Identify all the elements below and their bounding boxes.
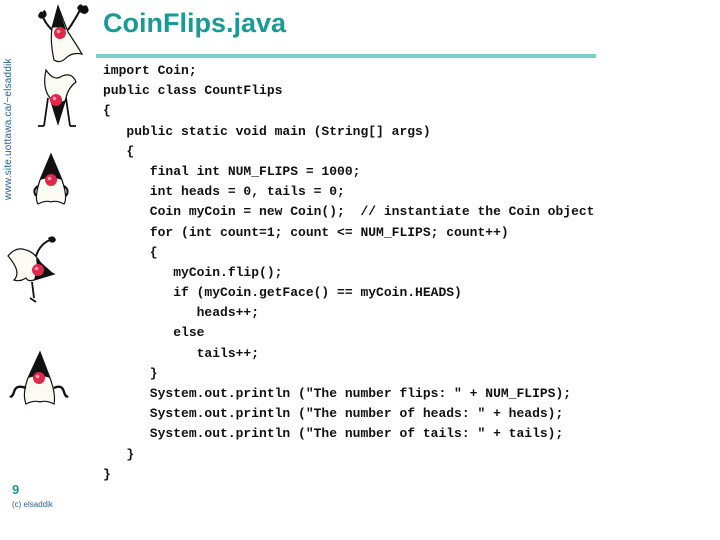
duke-cartwheel-icon <box>7 236 56 303</box>
code-line: if (myCoin.getFace() == myCoin.HEADS) <box>103 285 462 301</box>
code-line: { <box>103 244 158 260</box>
code-line: for (int count=1; count <= NUM_FLIPS; co… <box>103 224 509 240</box>
duke-waving-icon <box>38 4 89 63</box>
code-line: } <box>103 446 135 462</box>
code-line: } <box>103 365 158 381</box>
code-line: System.out.println ("The number flips: "… <box>103 386 572 401</box>
slide-title: CoinFlips.java <box>103 8 287 38</box>
code-line: heads++; <box>103 305 260 321</box>
code-block: import Coin; public class CountFlips { pub… <box>103 61 594 485</box>
code-line: } <box>103 466 111 482</box>
code-line: tails++; <box>103 345 260 361</box>
side-url-text: www.site.uottawa.ca/~elsaddik <box>3 58 14 200</box>
slide-number: 9 <box>12 482 20 497</box>
code-line: System.out.println ("The number of heads… <box>103 406 564 422</box>
title-underline <box>96 54 596 58</box>
code-line: import Coin; <box>103 63 197 78</box>
code-line: Coin myCoin = new Coin(); // instantiate… <box>103 204 595 220</box>
code-line: final int NUM_FLIPS = 1000; <box>103 163 361 179</box>
duke-arms-out-icon <box>9 350 69 405</box>
copyright-text: (c) elsaddik <box>12 500 53 509</box>
code-line: System.out.println ("The number of tails… <box>103 426 564 442</box>
code-line: public static void main (String[] args) <box>103 123 431 139</box>
code-line: else <box>103 325 205 341</box>
duke-upside-down-icon <box>38 68 77 127</box>
duke-hands-on-hips-icon <box>33 152 69 205</box>
code-line: { <box>103 143 135 159</box>
code-line: myCoin.flip(); <box>103 264 283 280</box>
code-line: public class CountFlips <box>103 83 283 99</box>
code-line: int heads = 0, tails = 0; <box>103 184 345 200</box>
code-line: { <box>103 103 111 119</box>
